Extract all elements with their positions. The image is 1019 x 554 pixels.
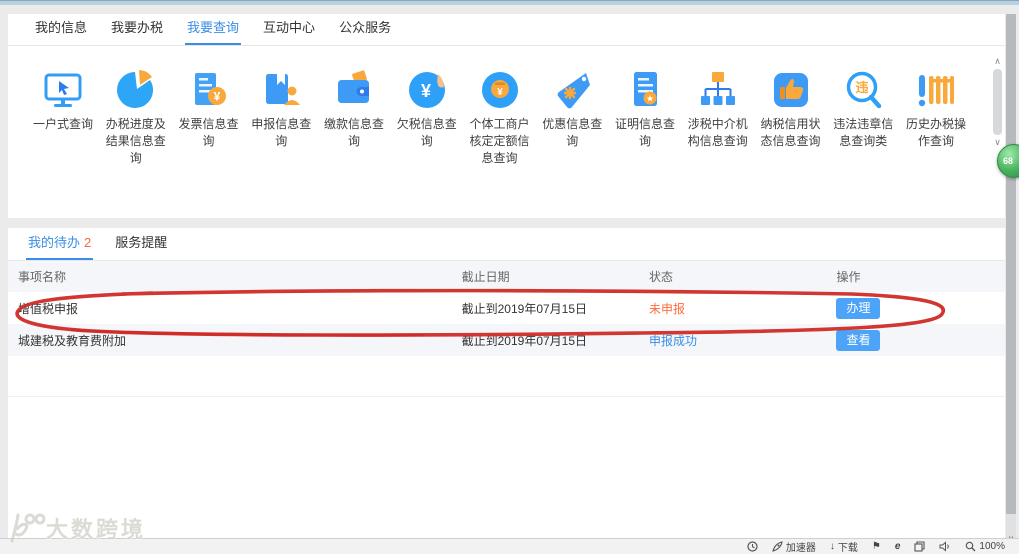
empty-row <box>8 356 1005 397</box>
svg-text:违: 违 <box>856 80 869 95</box>
speaker-icon[interactable] <box>939 541 951 552</box>
page-scrollbar-thumb[interactable] <box>1006 14 1016 514</box>
tab-my-info[interactable]: 我的信息 <box>33 17 89 45</box>
tab-public-service[interactable]: 公众服务 <box>337 17 393 45</box>
invoice-coin-icon: ¥ <box>176 64 242 116</box>
query-item-label: 纳税信用状态信息查询 <box>760 117 821 148</box>
book-person-icon <box>248 64 314 116</box>
query-item-invoice[interactable]: ¥ 发票信息查询 <box>176 64 242 150</box>
query-item-label: 涉税中介机构信息查询 <box>687 117 748 148</box>
discount-tag-icon <box>539 64 605 116</box>
tab-service-reminder[interactable]: 服务提醒 <box>113 232 169 260</box>
table-row-surtax: 城建税及教育费附加 截止到2019年07月15日 申报成功 查看 <box>8 324 1005 356</box>
query-item-label: 优惠信息查询 <box>542 117 603 148</box>
history-fence-icon <box>903 64 969 116</box>
tab-interaction-center[interactable]: 互动中心 <box>261 17 317 45</box>
item-name: 增值税申报 <box>18 301 79 316</box>
query-item-history[interactable]: 历史办税操作查询 <box>903 64 969 150</box>
download-icon: ↓ <box>829 541 835 552</box>
table-row-vat: 增值税申报 截止到2019年07月15日 未申报 办理 <box>8 292 1005 324</box>
query-item-credit-status[interactable]: 纳税信用状态信息查询 <box>758 64 824 150</box>
certificate-icon: ★ <box>612 64 678 116</box>
status-badge: 申报成功 <box>649 333 698 348</box>
query-icon-grid: 一户式查询 办税进度及结果信息查询 ¥ 发票信息查询 申报信息查询 缴款信息查询… <box>8 46 1005 167</box>
header-item-name: 事项名称 <box>18 270 67 284</box>
window-layers-icon[interactable] <box>914 541 925 552</box>
tab-my-todo[interactable]: 我的待办 2 <box>26 232 94 260</box>
query-item-payment[interactable]: 缴款信息查询 <box>321 64 387 150</box>
monitor-cursor-icon <box>30 64 96 116</box>
org-chart-icon <box>685 64 751 116</box>
scrollbar-thumb[interactable] <box>993 69 1002 135</box>
todo-tabs: 我的待办 2 服务提醒 <box>8 228 1005 261</box>
query-item-quota[interactable]: ¥ 个体工商户核定定额信息查询 <box>467 64 533 167</box>
thumbs-up-icon <box>758 64 824 116</box>
query-item-label: 缴款信息查询 <box>323 117 384 148</box>
item-deadline: 截止到2019年07月15日 <box>461 333 588 348</box>
browser-statusbar: 加速器 ↓ 下载 ⚑ e 100% <box>0 538 1019 554</box>
svg-text:¥: ¥ <box>421 81 431 101</box>
zoom-control[interactable]: 100% <box>965 541 1005 552</box>
magnifier-icon <box>966 541 976 552</box>
query-item-label: 个体工商户核定定额信息查询 <box>469 117 530 165</box>
download-label: 下载 <box>837 543 858 554</box>
svg-text:¥: ¥ <box>497 87 503 98</box>
header-action: 操作 <box>836 270 861 284</box>
todo-panel: 我的待办 2 服务提醒 事项名称 截止日期 状态 操作 增值税申报 截止到2019… <box>8 228 1005 545</box>
tab-tax-handling[interactable]: 我要办税 <box>109 17 165 45</box>
tab-my-todo-label: 我的待办 <box>28 235 81 250</box>
tab-query[interactable]: 我要查询 <box>185 17 242 45</box>
header-status: 状态 <box>649 270 674 284</box>
yuan-circle-icon: ¥ <box>394 64 460 116</box>
query-item-intermediary[interactable]: 涉税中介机构信息查询 <box>685 64 751 150</box>
query-item-progress[interactable]: 办税进度及结果信息查询 <box>103 64 169 167</box>
status-badge: 未申报 <box>649 301 686 316</box>
accelerator-label: 加速器 <box>785 543 816 554</box>
query-item-declaration[interactable]: 申报信息查询 <box>248 64 314 150</box>
query-item-household[interactable]: 一户式查询 <box>30 64 96 133</box>
query-item-label: 发票信息查询 <box>178 117 239 148</box>
query-item-label: 历史办税操作查询 <box>905 117 966 148</box>
floating-badge-text: 68 <box>1003 156 1014 166</box>
scroll-up-icon[interactable]: ∧ <box>994 56 1001 67</box>
flag-icon[interactable]: ⚑ <box>872 541 881 552</box>
coin-slot-icon: ¥ <box>467 64 533 116</box>
accelerator-button[interactable]: 加速器 <box>772 539 816 554</box>
query-item-label: 违法违章信息查询类 <box>833 117 894 148</box>
zoom-level-label: 100% <box>979 541 1005 552</box>
handle-button[interactable]: 办理 <box>836 297 881 319</box>
query-item-tax-arrears[interactable]: ¥ 欠税信息查询 <box>394 64 460 150</box>
query-item-label: 一户式查询 <box>32 117 93 131</box>
query-item-label: 欠税信息查询 <box>396 117 457 148</box>
svg-text:¥: ¥ <box>213 90 220 104</box>
query-item-label: 申报信息查询 <box>251 117 312 148</box>
query-item-violation[interactable]: 违 违法违章信息查询类 <box>830 64 896 150</box>
query-item-certificate[interactable]: ★ 证明信息查询 <box>612 64 678 150</box>
todo-table-header: 事项名称 截止日期 状态 操作 <box>8 261 1005 292</box>
query-item-preferential[interactable]: 优惠信息查询 <box>539 64 605 150</box>
item-deadline: 截止到2019年07月15日 <box>461 301 588 316</box>
main-nav-tabs: 我的信息 我要办税 我要查询 互动中心 公众服务 <box>8 14 1005 46</box>
svg-text:★: ★ <box>646 94 654 104</box>
violation-search-icon: 违 <box>830 64 896 116</box>
todo-count-badge: 2 <box>84 235 92 250</box>
wallet-icon <box>321 64 387 116</box>
query-panel: 我的信息 我要办税 我要查询 互动中心 公众服务 一户式查询 办税进度及结果信息… <box>8 14 1005 218</box>
icon-panel-scrollbar[interactable]: ∧ ∨ <box>991 56 1004 148</box>
page-scrollbar[interactable]: ∨ <box>1006 14 1016 545</box>
pie-chart-icon <box>103 64 169 116</box>
ie-icon[interactable]: e <box>895 541 901 552</box>
query-item-label: 办税进度及结果信息查询 <box>105 117 166 165</box>
browser-top-strip <box>0 1 1019 5</box>
query-item-label: 证明信息查询 <box>614 117 675 148</box>
item-name: 城建税及教育费附加 <box>18 333 127 348</box>
restore-icon[interactable] <box>747 541 758 552</box>
header-deadline: 截止日期 <box>461 270 510 284</box>
scroll-down-icon[interactable]: ∨ <box>994 137 1001 148</box>
download-button[interactable]: ↓ 下载 <box>830 539 858 554</box>
view-button[interactable]: 查看 <box>836 329 881 351</box>
